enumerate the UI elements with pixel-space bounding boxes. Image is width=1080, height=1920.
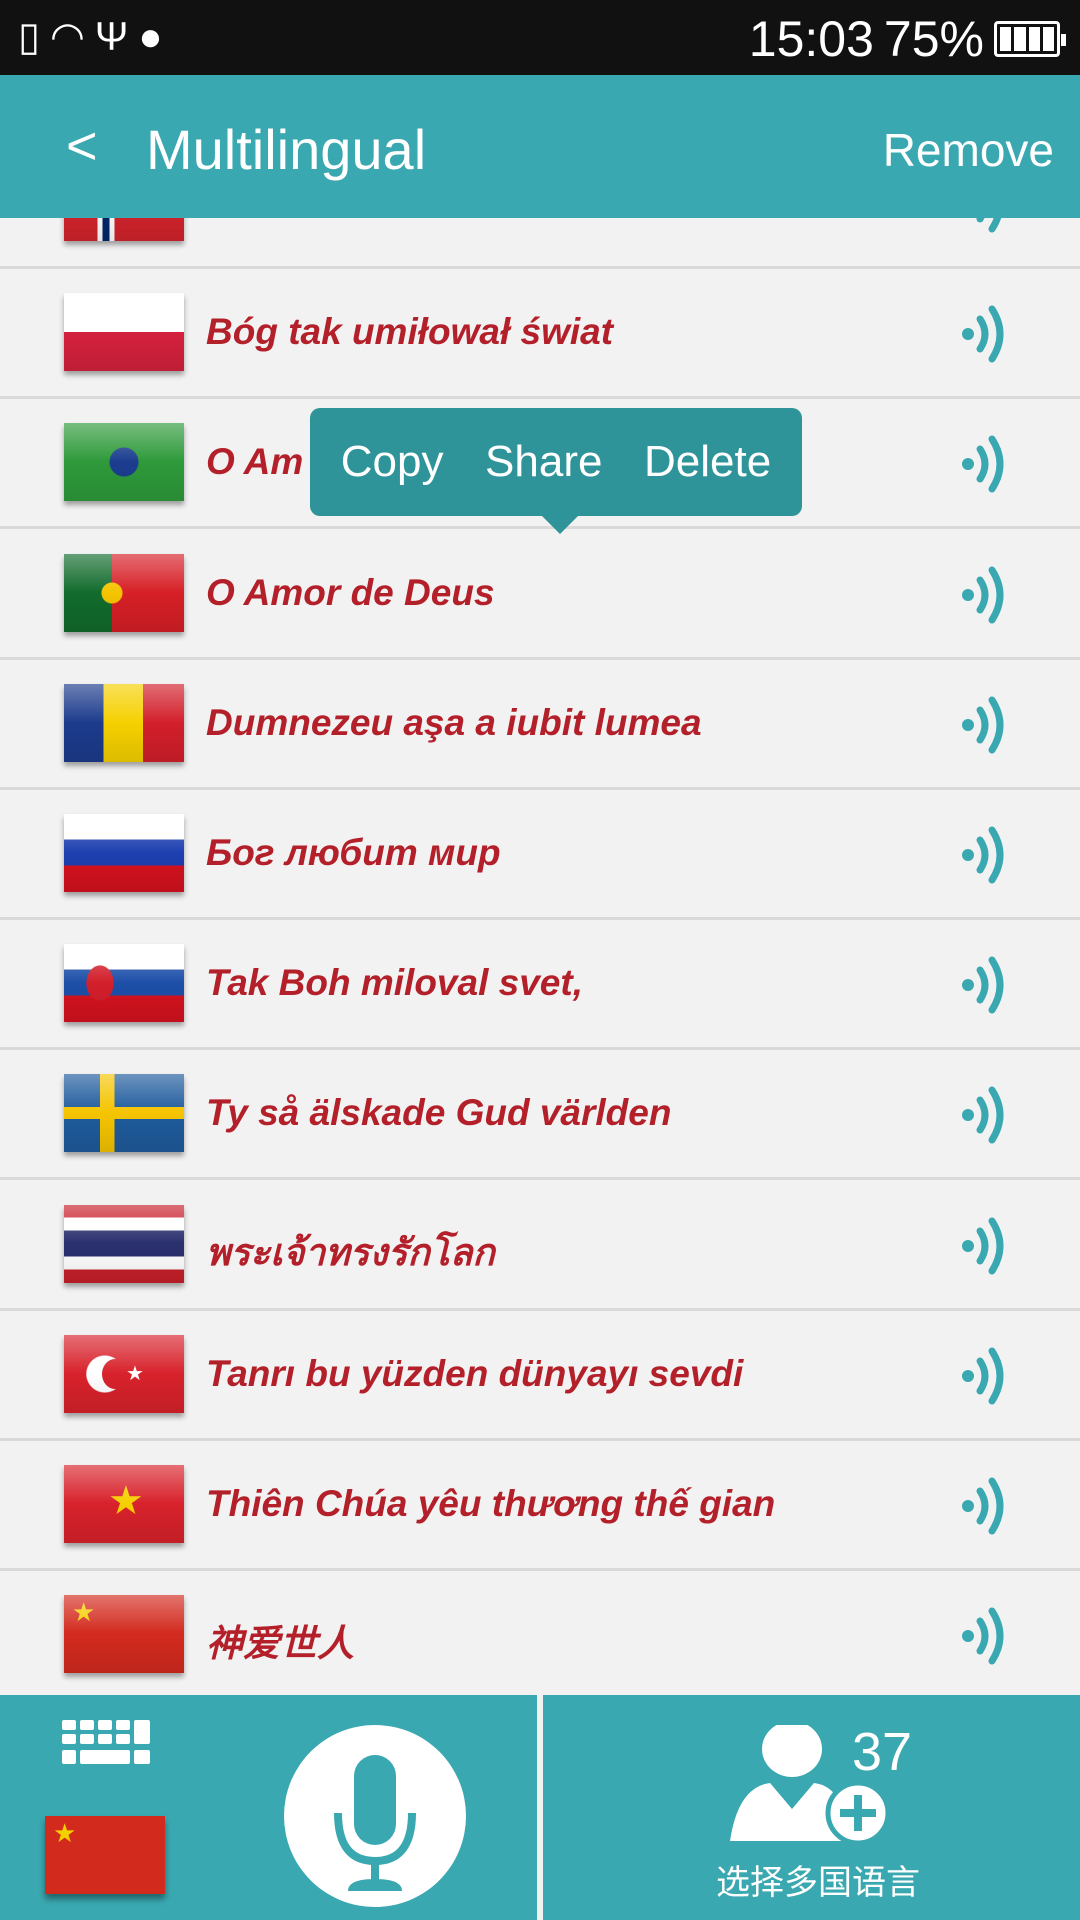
android-icon: ● [138,14,163,59]
flag-turkey: ★ [64,1334,184,1413]
wifi-icon: ◠ [50,15,85,59]
flag-sweden [64,1074,184,1153]
star-icon: ★ [72,1597,96,1628]
keyboard-icon[interactable] [62,1720,150,1766]
sim-off-icon: ▯ [18,15,41,59]
speaker-icon[interactable] [960,1601,1016,1671]
speaker-icon[interactable] [960,560,1016,630]
translation-text: 神爱世人 [206,1623,354,1665]
list-item[interactable]: ★ 神爱世人 [0,1571,1080,1695]
speaker-icon[interactable] [960,950,1016,1020]
translation-text: O Am [206,441,304,483]
source-language-flag[interactable]: ★ [45,1816,165,1894]
translation-text: Бог любит мир [206,832,501,873]
list-item[interactable]: Dumnezeu aşa a iubit lumea [0,660,1080,790]
remove-button[interactable]: Remove [883,123,1054,177]
list-item[interactable]: Bóg tak umiłował świat [0,269,1080,400]
translation-text: พระเจ้าทรงรักโลก [206,1231,495,1273]
translation-text: O Amor de Deus [206,571,495,613]
context-menu: Copy Share Delete [310,408,802,534]
speaker-icon[interactable] [960,690,1016,760]
speaker-icon[interactable] [960,1341,1016,1411]
copy-button[interactable]: Copy [341,437,444,487]
translation-text: Dumnezeu aşa a iubit lumea [206,701,702,743]
page-title: Multilingual [146,118,427,181]
clock: 15:03 [748,11,874,67]
add-language-label[interactable]: 选择多国语言 [716,1855,920,1904]
translation-text: Thiên Chúa yêu thương thế gian [206,1483,776,1524]
translation-list[interactable]: Gud elsket verden Bóg tak umiłował świat… [0,139,1080,1695]
flag-china: ★ [64,1595,184,1674]
list-item[interactable]: Tak Boh miloval svet, [0,920,1080,1051]
battery-icon [994,21,1066,57]
list-item[interactable]: O Amor de Deus [0,530,1080,660]
language-count: 37 [852,1722,913,1782]
speaker-icon[interactable] [960,1471,1016,1541]
flag-slovakia [64,944,184,1023]
list-item[interactable]: ★ Thiên Chúa yêu thương thế gian [0,1441,1080,1571]
flag-thailand [64,1204,184,1283]
flag-romania [64,683,184,762]
usb-icon: Ψ [94,14,129,59]
flag-poland [64,293,184,372]
translation-text: Bóg tak umiłował świat [206,311,614,353]
microphone-button[interactable] [284,1725,466,1907]
star-icon: ★ [108,1479,144,1523]
speaker-icon[interactable] [960,1211,1016,1281]
chevron-left-icon[interactable]: < [66,115,98,177]
flag-vietnam: ★ [64,1465,184,1543]
translation-text: Tanrı bu yüzden dünyayı sevdi [206,1352,744,1394]
delete-button[interactable]: Delete [644,437,771,487]
translation-text: Ty så älskade Gud världen [206,1092,672,1134]
status-bar: ▯ ◠ Ψ ● 15:03 75% [0,0,1080,75]
bottom-bar: ★ 37 选择多国语言 [0,1695,1080,1920]
translation-text: Tak Boh miloval svet, [206,962,583,1004]
list-item[interactable]: พระเจ้าทรงรักโลก [0,1181,1080,1311]
battery-percent: 75% [883,11,984,67]
divider [537,1695,543,1920]
list-item[interactable]: Бог любит мир [0,790,1080,920]
share-button[interactable]: Share [485,437,602,487]
status-icons: ▯ ◠ Ψ ● [18,14,163,60]
speaker-icon[interactable] [960,820,1016,890]
star-icon: ★ [53,1818,77,1848]
list-item[interactable]: Ty så älskade Gud världen [0,1050,1080,1181]
list-item[interactable]: ★ Tanrı bu yüzden dünyayı sevdi [0,1311,1080,1441]
speaker-icon[interactable] [960,1080,1016,1150]
speaker-icon[interactable] [960,429,1016,499]
speaker-icon[interactable] [960,299,1016,369]
microphone-icon [334,1755,416,1891]
flag-portugal [64,553,184,632]
flag-russia [64,814,184,892]
app-header: < Multilingual Remove [0,75,1080,218]
flag-brazil [64,423,184,502]
